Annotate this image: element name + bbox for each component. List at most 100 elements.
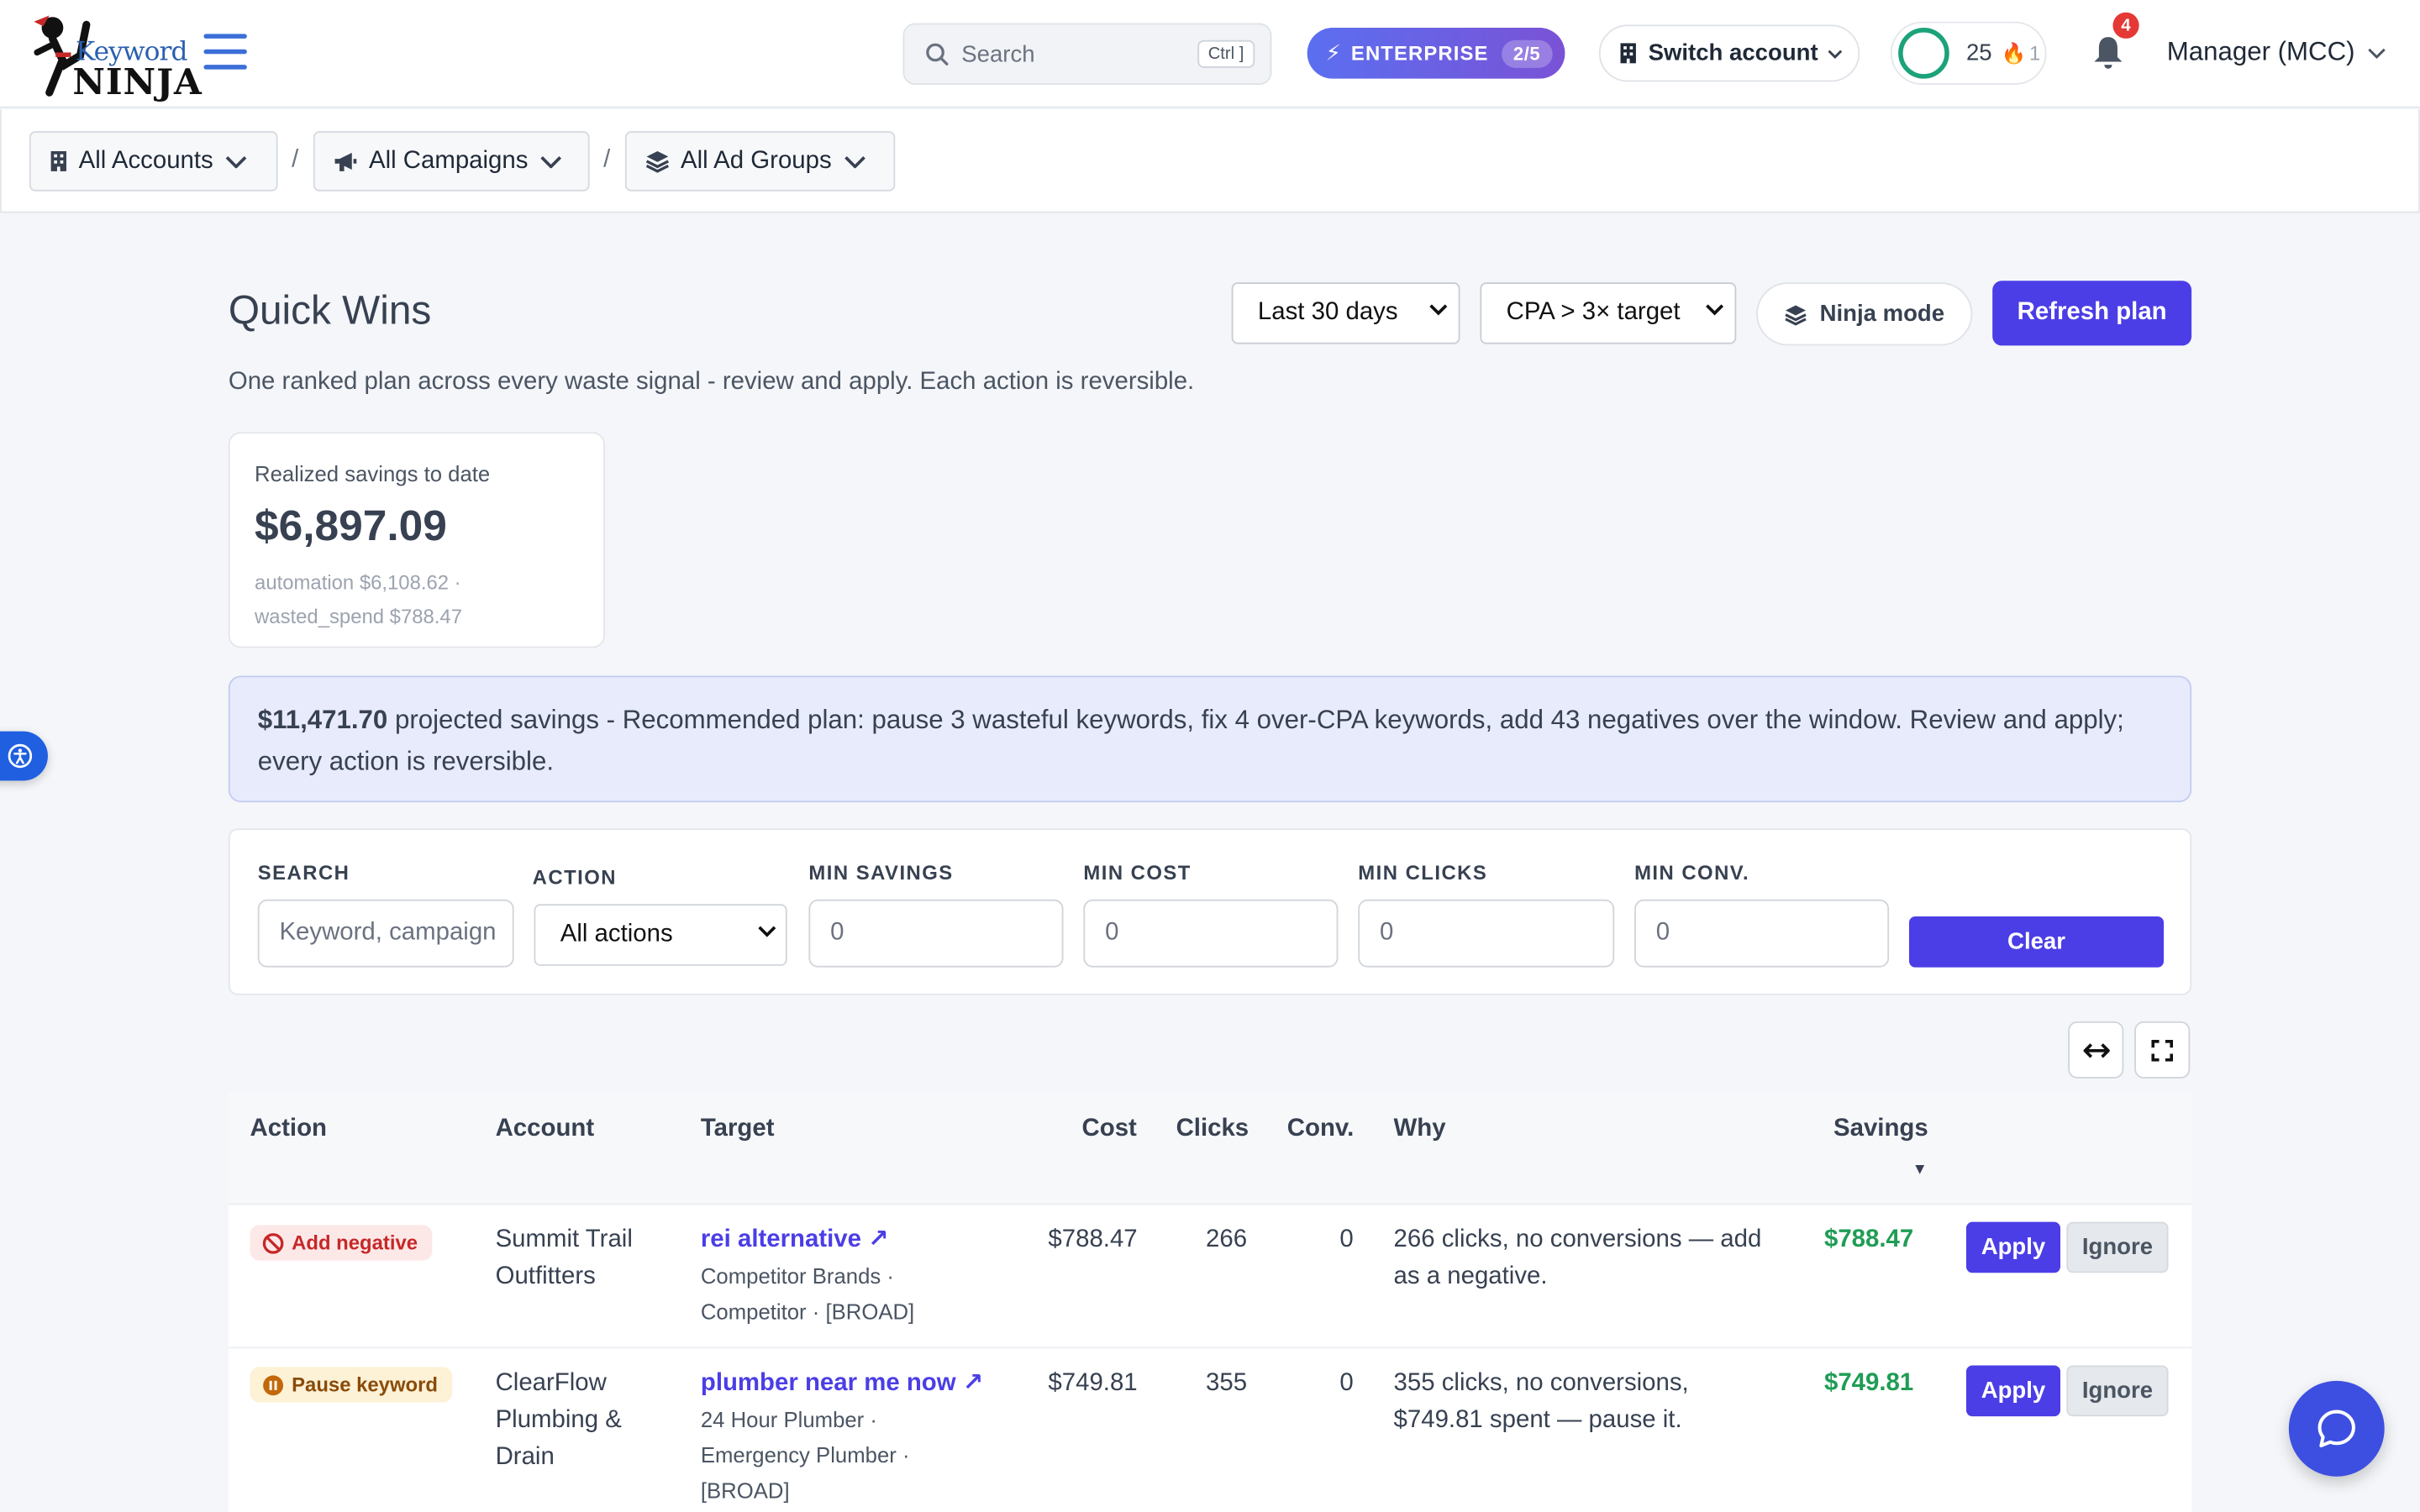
ninja-mode-button[interactable]: Ninja mode <box>1756 282 1973 346</box>
ignore-button[interactable]: Ignore <box>2066 1365 2169 1417</box>
min-conv-label: MIN CONV. <box>1634 860 1750 885</box>
target-context-line: Competitor Brands · <box>700 1263 894 1289</box>
target-keyword-link[interactable]: plumber near me now ↗ <box>701 1365 984 1402</box>
min-conv-value: 0 <box>1655 919 1670 946</box>
account-name-line: Outfitters <box>495 1263 596 1290</box>
all-accounts-label: All Accounts <box>78 147 213 174</box>
all-campaigns-dropdown[interactable]: All Campaigns <box>313 131 590 192</box>
why-line: as a negative. <box>1393 1263 1548 1290</box>
account-name-line: ClearFlow <box>495 1369 607 1397</box>
accessibility-icon <box>7 743 32 769</box>
min-conv-input[interactable]: 0 <box>1634 899 1890 968</box>
date-range-select[interactable]: Last 30 days <box>1231 282 1460 344</box>
why-cell: 355 clicks, no conversions, $749.81 spen… <box>1394 1365 1689 1439</box>
action-badge-add-negative: Add negative <box>250 1225 432 1261</box>
target-keyword-link[interactable]: rei alternative ↗ <box>701 1222 914 1259</box>
chat-bubble-icon <box>2317 1410 2355 1448</box>
notification-count-badge: 4 <box>2112 12 2139 39</box>
progress-streak-widget[interactable]: 25 🔥 1 <box>1890 21 2047 86</box>
accessibility-widget-button[interactable] <box>0 731 48 781</box>
action-badge-label: Add negative <box>292 1231 418 1255</box>
projected-savings-text: projected savings - Recommended plan: pa… <box>257 705 2124 776</box>
min-cost-label: MIN COST <box>1083 860 1192 885</box>
realized-savings-label: Realized savings to date <box>255 461 491 486</box>
logo-wordmark-bottom: NINJA <box>72 61 203 104</box>
target-context-line: [BROAD] <box>700 1478 790 1503</box>
why-cell: 266 clicks, no conversions — add as a ne… <box>1394 1222 1762 1296</box>
chevron-down-icon <box>1429 304 1448 316</box>
target-cell: plumber near me now ↗ 24 Hour Plumber · … <box>701 1365 984 1509</box>
all-ad-groups-dropdown[interactable]: All Ad Groups <box>624 131 896 192</box>
rule-select[interactable]: CPA > 3× target <box>1480 282 1737 344</box>
projected-savings-banner: $11,471.70 projected savings - Recommend… <box>228 675 2192 803</box>
breadcrumb-separator: / <box>292 146 299 173</box>
savings-cell: $749.81 <box>1823 1369 1914 1397</box>
column-header-clicks[interactable]: Clicks <box>1176 1116 1249 1143</box>
why-line: $749.81 spent — pause it. <box>1393 1407 1682 1434</box>
why-line: 355 clicks, no conversions, <box>1393 1369 1689 1397</box>
min-cost-input[interactable]: 0 <box>1083 899 1339 968</box>
account-menu-label: Manager (MCC) <box>2166 37 2355 66</box>
chat-support-button[interactable] <box>2288 1380 2385 1477</box>
projected-savings-amount: $11,471.70 <box>257 705 388 735</box>
expand-width-button[interactable] <box>2068 1021 2124 1079</box>
breadcrumb-separator: / <box>603 146 611 173</box>
column-header-cost[interactable]: Cost <box>1082 1116 1137 1143</box>
clear-filters-button[interactable]: Clear <box>1908 916 2165 968</box>
conv-cell: 0 <box>1339 1226 1354 1253</box>
page-subtitle: One ranked plan across every waste signa… <box>228 368 1195 396</box>
progress-count: 25 <box>1965 39 1992 66</box>
why-line: 266 clicks, no conversions — add <box>1393 1226 1762 1253</box>
notifications-bell-icon[interactable]: 4 <box>2090 12 2139 71</box>
switch-account-label: Switch account <box>1648 39 1818 66</box>
chevron-down-icon <box>2368 47 2386 58</box>
enterprise-plan-badge[interactable]: ⚡ ENTERPRISE 2/5 <box>1307 28 1565 79</box>
account-name-line: Summit Trail <box>495 1226 633 1253</box>
action-filter-label: ACTION <box>532 865 618 889</box>
conv-cell: 0 <box>1339 1369 1354 1397</box>
streak-count: 1 <box>2029 41 2041 66</box>
column-header-savings[interactable]: Savings <box>1833 1116 1928 1143</box>
column-header-why[interactable]: Why <box>1394 1116 1446 1143</box>
chevron-down-icon <box>1828 49 1843 58</box>
fullscreen-button[interactable] <box>2134 1021 2191 1079</box>
ignore-button[interactable]: Ignore <box>2066 1221 2169 1273</box>
hamburger-menu-icon[interactable] <box>203 34 247 74</box>
account-name-line: Plumbing & <box>495 1407 622 1434</box>
search-placeholder: Search <box>961 40 1035 67</box>
flame-icon: 🔥 <box>2001 40 2027 65</box>
column-header-target[interactable]: Target <box>701 1116 775 1143</box>
search-filter-input[interactable]: Keyword, campaign <box>257 899 514 968</box>
column-header-action[interactable]: Action <box>250 1116 327 1143</box>
all-ad-groups-label: All Ad Groups <box>680 147 832 174</box>
all-accounts-dropdown[interactable]: All Accounts <box>29 131 278 192</box>
all-campaigns-label: All Campaigns <box>368 147 529 174</box>
min-savings-input[interactable]: 0 <box>808 899 1064 968</box>
account-menu[interactable]: Manager (MCC) <box>2167 37 2386 68</box>
target-cell: rei alternative ↗ Competitor Brands · Co… <box>701 1222 914 1331</box>
chevron-down-icon <box>225 155 247 168</box>
apply-button[interactable]: Apply <box>1965 1221 2060 1273</box>
table-header: Action Account Target Cost Clicks Conv. … <box>228 1092 2192 1205</box>
clicks-cell: 355 <box>1206 1369 1248 1397</box>
column-header-conv[interactable]: Conv. <box>1287 1116 1354 1143</box>
switch-account-button[interactable]: Switch account <box>1598 24 1860 82</box>
min-clicks-input[interactable]: 0 <box>1358 899 1615 968</box>
plan-seat-count: 2/5 <box>1501 39 1553 67</box>
date-range-value: Last 30 days <box>1257 299 1398 326</box>
table-row: Pause keyword ClearFlow Plumbing & Drain… <box>229 1348 2191 1512</box>
keyword-ninja-logo[interactable]: Keyword NINJA <box>24 6 202 103</box>
action-filter-select[interactable]: All actions <box>534 904 787 966</box>
refresh-plan-button[interactable]: Refresh plan <box>1992 281 2192 346</box>
building-icon <box>1620 43 1636 64</box>
apply-button[interactable]: Apply <box>1965 1365 2060 1417</box>
target-context-line: Emergency Plumber · <box>700 1442 910 1467</box>
action-badge-pause-keyword: Pause keyword <box>250 1367 452 1403</box>
lightning-icon: ⚡ <box>1325 39 1342 66</box>
global-search-input[interactable]: Search Ctrl ] <box>902 23 1272 86</box>
column-header-account[interactable]: Account <box>496 1116 595 1143</box>
min-clicks-value: 0 <box>1380 919 1394 946</box>
savings-cell: $788.47 <box>1823 1226 1914 1253</box>
chevron-down-icon <box>1706 304 1724 316</box>
search-filter-placeholder: Keyword, campaign <box>279 919 497 946</box>
